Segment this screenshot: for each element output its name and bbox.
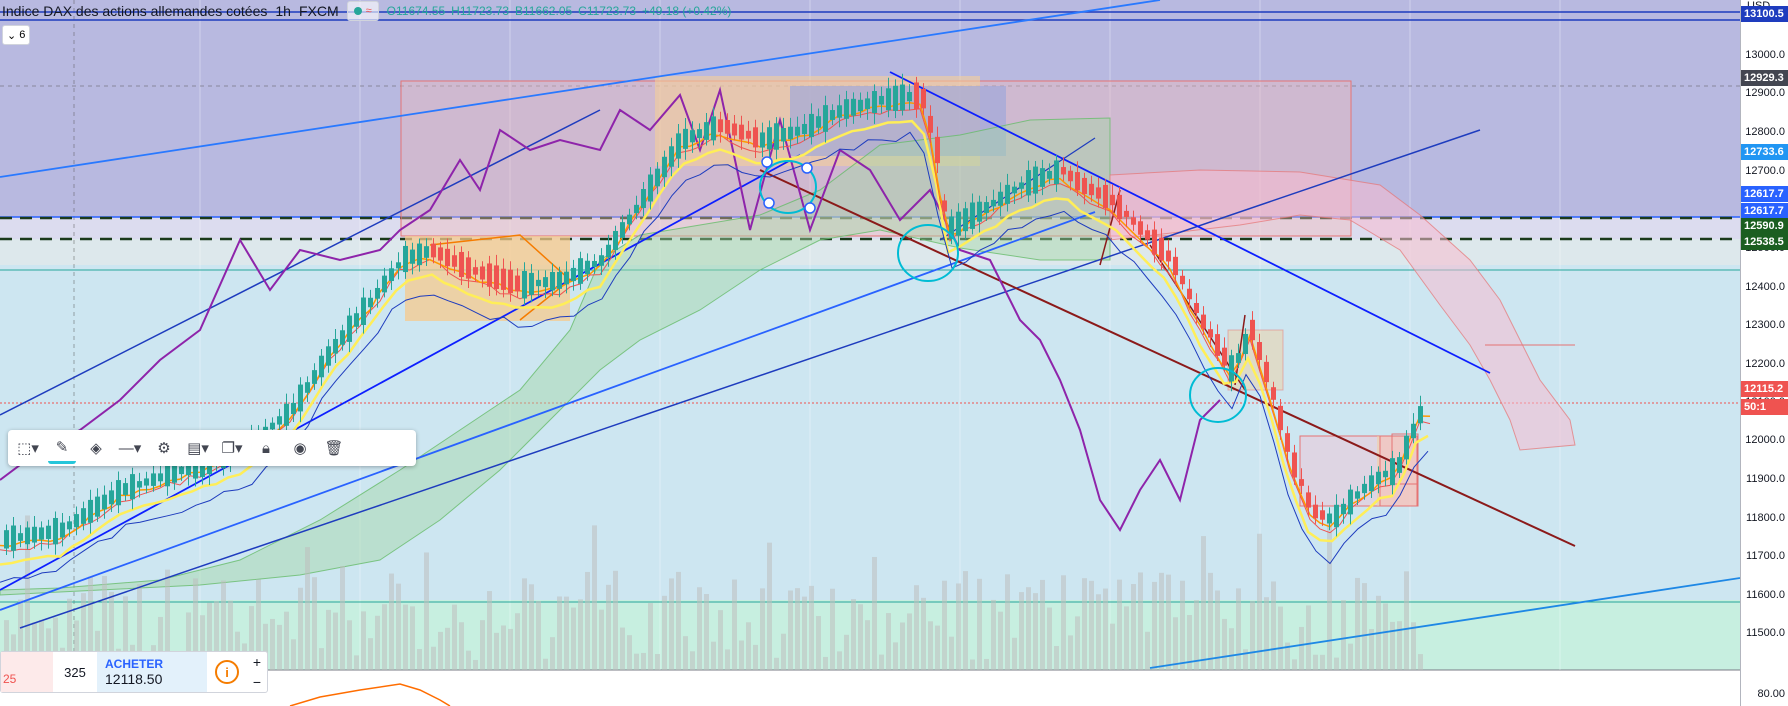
price-badge: 12115.2	[1741, 381, 1788, 397]
zone-band-2	[0, 239, 1740, 265]
symbol-name[interactable]: Indice DAX des actions allemandes cotées	[2, 3, 267, 19]
buy-button[interactable]: ACHETER 12118.50	[97, 652, 207, 692]
low-value: B11662.05	[515, 4, 573, 18]
pencil-icon[interactable]: ✎	[48, 433, 76, 464]
price-tick: 12400.0	[1745, 281, 1785, 293]
indicator-icon: ≈	[365, 5, 372, 17]
price-badge: 12929.3	[1741, 70, 1788, 86]
quantity-stepper[interactable]: + −	[247, 652, 267, 692]
sell-button[interactable]: 25	[1, 652, 53, 692]
sub-pane-tick: 80.00	[1757, 688, 1785, 700]
indicator-count: 6	[19, 29, 26, 41]
high-value: H11723.73	[451, 4, 509, 18]
gear-icon[interactable]: ⚙	[150, 434, 178, 462]
info-button[interactable]: i	[207, 652, 247, 692]
price-tick: 11900.0	[1746, 473, 1785, 485]
price-tick: 12700.0	[1745, 165, 1785, 177]
price-badge: 12590.9	[1741, 218, 1788, 234]
drawing-toolbar[interactable]: ⬚▾ ✎ ◈ —▾ ⚙ ▤▾ ❐▾ 🔒︎ ◉ 🗑︎	[8, 430, 416, 466]
change-value: +49.18 (+0.42%)	[642, 4, 732, 18]
ohlc-values: O11674.55 H11723.73 B11662.05 C11723.73 …	[387, 4, 732, 18]
line-style-icon[interactable]: —▾	[116, 434, 144, 462]
price-tick: 11800.0	[1746, 512, 1785, 524]
minus-icon[interactable]: −	[253, 674, 261, 690]
price-tick: 12800.0	[1745, 126, 1785, 138]
interval[interactable]: 1h	[275, 3, 291, 19]
price-tick: 11700.0	[1746, 550, 1785, 562]
price-tick: 11600.0	[1746, 589, 1785, 601]
chevron-down-icon: ⌄	[7, 29, 17, 42]
price-tick: 12000.0	[1745, 434, 1785, 446]
chart-area[interactable]: Indice DAX des actions allemandes cotées…	[0, 0, 1740, 706]
price-badge: 12733.6	[1741, 144, 1788, 160]
select-area-icon[interactable]: ⬚▾	[14, 434, 42, 462]
price-badge: 12617.7	[1741, 186, 1788, 202]
price-badge: 50:1	[1741, 399, 1788, 415]
price-axis[interactable]: USD 13000.012900.012800.012700.012600.01…	[1740, 0, 1788, 706]
price-chart[interactable]	[0, 0, 1740, 706]
market-status-toggle[interactable]: ≈	[346, 1, 379, 21]
info-icon: i	[215, 660, 239, 684]
status-dot-icon	[353, 7, 362, 15]
sell-price: 25	[3, 672, 17, 686]
open-value: O11674.55	[386, 4, 446, 18]
exchange: FXCM	[298, 3, 339, 19]
eye-icon[interactable]: ◉	[286, 434, 314, 462]
trade-panel[interactable]: 25 325 ACHETER 12118.50 i + −	[0, 651, 268, 693]
price-tick: 11500.0	[1746, 627, 1785, 639]
spread-value: 325	[64, 664, 86, 680]
buy-price: 12118.50	[105, 671, 163, 687]
copy-icon[interactable]: ❐▾	[218, 434, 246, 462]
close-value: C11723.73	[578, 4, 636, 18]
price-tick: 12200.0	[1745, 358, 1785, 370]
symbol-header[interactable]: Indice DAX des actions allemandes cotées…	[0, 0, 731, 22]
plus-icon[interactable]: +	[253, 654, 261, 670]
price-badge: 12538.5	[1741, 234, 1788, 250]
fill-bucket-icon[interactable]: ◈	[82, 434, 110, 462]
lock-icon[interactable]: 🔒︎	[252, 434, 280, 462]
indicators-collapse-button[interactable]: ⌄ 6	[2, 25, 31, 45]
buy-label: ACHETER	[105, 657, 164, 671]
trash-icon[interactable]: 🗑︎	[320, 434, 348, 462]
layers-icon[interactable]: ▤▾	[184, 434, 212, 462]
price-tick: 13000.0	[1745, 49, 1785, 61]
price-badge: 12617.7	[1741, 203, 1788, 219]
price-badge: 13100.5	[1741, 6, 1788, 22]
price-tick: 12900.0	[1745, 87, 1785, 99]
price-tick: 12300.0	[1745, 319, 1785, 331]
